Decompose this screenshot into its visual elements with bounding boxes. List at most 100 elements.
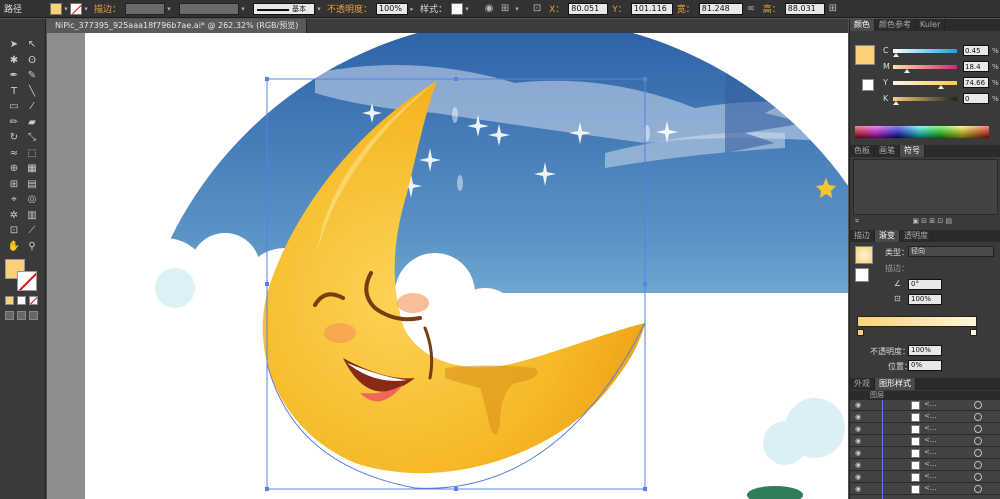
eye-icon[interactable]: ◉ <box>855 485 861 493</box>
target-icon[interactable] <box>974 449 982 457</box>
shape-builder-tool-icon[interactable]: ⊕ <box>5 161 23 177</box>
eye-icon[interactable]: ◉ <box>855 449 861 457</box>
height-label[interactable]: 高： <box>763 2 781 15</box>
y-input[interactable]: 101.116 <box>630 2 673 15</box>
slice-tool-icon[interactable]: ⟋ <box>23 223 41 239</box>
scale-tool-icon[interactable]: ⤡ <box>23 130 41 146</box>
gradient-slider[interactable] <box>857 316 977 327</box>
width-input[interactable]: 81.248 <box>698 2 743 15</box>
channel-m-row[interactable]: M 18.4 % <box>850 61 1000 73</box>
target-icon[interactable] <box>974 461 982 469</box>
slider-thumb-icon[interactable] <box>937 85 944 89</box>
gradient-preview[interactable] <box>855 246 873 264</box>
eye-icon[interactable]: ◉ <box>855 401 861 409</box>
opacity-label[interactable]: 不透明度： <box>327 2 372 15</box>
channel-k-slider[interactable] <box>893 97 957 105</box>
stroke-label[interactable]: 描边： <box>94 2 121 15</box>
y-label[interactable]: Y： <box>612 2 627 15</box>
tab-color-guide[interactable]: 颜色参考 <box>875 19 916 31</box>
layer-label[interactable]: <... <box>924 472 937 480</box>
screen-mode-icon[interactable] <box>29 311 38 320</box>
eye-icon[interactable]: ◉ <box>855 413 861 421</box>
x-input[interactable]: 80.051 <box>568 2 609 15</box>
layer-label[interactable]: <... <box>924 436 937 444</box>
chevron-right-icon[interactable]: ▸ <box>408 3 416 15</box>
tab-gradient[interactable]: 渐变 <box>875 230 900 242</box>
reference-point-icon[interactable]: ⊡ <box>531 3 543 15</box>
selection-tool-icon[interactable]: ➤ <box>5 37 23 53</box>
symbols-list[interactable] <box>853 159 998 215</box>
draw-behind-icon[interactable] <box>17 311 26 320</box>
tab-kuler[interactable]: Kuler <box>916 19 946 31</box>
channel-c-row[interactable]: C 0.45 % <box>850 45 1000 57</box>
draw-normal-icon[interactable] <box>5 311 14 320</box>
pencil-tool-icon[interactable]: ✏ <box>5 115 23 131</box>
channel-c-input[interactable]: 0.45 <box>963 45 989 56</box>
document-tab[interactable]: NiPic_377395_925aaa18f796b7ae.ai* @ 262.… <box>47 19 308 33</box>
link-icon[interactable]: ∞ <box>745 3 757 15</box>
variable-width-field[interactable] <box>179 2 240 15</box>
tab-stroke[interactable]: 描边 <box>850 230 875 242</box>
slider-thumb-icon[interactable] <box>893 53 900 57</box>
tab-color[interactable]: 颜色 <box>850 19 875 31</box>
target-icon[interactable] <box>974 413 982 421</box>
color-mode-button[interactable] <box>5 296 14 305</box>
chevron-down-icon[interactable]: ▾ <box>82 3 90 15</box>
stroke-color-box[interactable] <box>17 271 37 291</box>
channel-y-input[interactable]: 74.66 <box>963 77 989 88</box>
direct-selection-tool-icon[interactable]: ↖ <box>23 37 41 53</box>
width-label[interactable]: 宽： <box>677 2 695 15</box>
target-icon[interactable] <box>974 437 982 445</box>
perspective-grid-tool-icon[interactable]: ▦ <box>23 161 41 177</box>
channel-c-slider[interactable] <box>893 49 957 57</box>
free-transform-tool-icon[interactable]: ⬚ <box>23 146 41 162</box>
channel-m-input[interactable]: 18.4 <box>963 61 989 72</box>
align-icon[interactable]: ⊞ <box>499 3 511 15</box>
stroke-weight-field[interactable] <box>125 2 166 15</box>
curvature-tool-icon[interactable]: ✎ <box>23 68 41 84</box>
symbol-sprayer-tool-icon[interactable]: ✲ <box>5 208 23 224</box>
gradient-stroke-swatch[interactable] <box>855 268 869 282</box>
gradient-stop-start[interactable] <box>857 329 864 336</box>
channel-y-slider[interactable] <box>893 81 957 89</box>
pen-tool-icon[interactable]: ✒ <box>5 68 23 84</box>
chevron-down-icon[interactable]: ▾ <box>463 3 471 15</box>
angle-input[interactable]: 0° <box>908 279 942 290</box>
layer-label[interactable]: <... <box>924 484 937 492</box>
layers-subtab[interactable]: 图层 <box>850 391 1000 400</box>
layer-label[interactable]: <... <box>924 424 937 432</box>
eye-icon[interactable]: ◉ <box>855 473 861 481</box>
chevron-down-icon[interactable]: ▾ <box>165 3 173 15</box>
chevron-down-icon[interactable]: ▾ <box>315 3 323 15</box>
recolor-icon[interactable]: ◉ <box>483 3 495 15</box>
target-icon[interactable] <box>974 473 982 481</box>
eye-icon[interactable]: ◉ <box>855 437 861 445</box>
artboard[interactable] <box>85 33 848 499</box>
paintbrush-tool-icon[interactable]: ⁄ <box>23 99 41 115</box>
gradient-tool-icon[interactable]: ▤ <box>23 177 41 193</box>
none-mode-button[interactable] <box>29 296 38 305</box>
color-spectrum[interactable] <box>855 126 989 138</box>
slider-thumb-icon[interactable] <box>893 101 899 105</box>
eye-icon[interactable]: ◉ <box>855 461 861 469</box>
mesh-tool-icon[interactable]: ⊞ <box>5 177 23 193</box>
layer-label[interactable]: <... <box>924 400 937 408</box>
slider-thumb-icon[interactable] <box>904 69 911 73</box>
magic-wand-tool-icon[interactable]: ✱ <box>5 53 23 69</box>
tab-symbols[interactable]: 符号 <box>900 145 925 157</box>
eraser-tool-icon[interactable]: ▰ <box>23 115 41 131</box>
hand-tool-icon[interactable]: ✋ <box>5 239 23 255</box>
height-input[interactable]: 88.031 <box>784 2 825 15</box>
type-tool-icon[interactable]: T <box>5 84 23 100</box>
chevron-down-icon[interactable]: ▾ <box>62 3 70 15</box>
gradient-opacity-input[interactable]: 100% <box>908 345 942 356</box>
target-icon[interactable] <box>974 425 982 433</box>
eyedropper-tool-icon[interactable]: ⌖ <box>5 192 23 208</box>
layer-label[interactable]: <... <box>924 460 937 468</box>
canvas-area[interactable] <box>47 33 848 499</box>
zoom-tool-icon[interactable]: ⚲ <box>23 239 41 255</box>
transform-icon[interactable]: ⊞ <box>827 3 839 15</box>
lasso-tool-icon[interactable]: ʘ <box>23 53 41 69</box>
stroke-style-field[interactable]: 基本 <box>253 2 316 15</box>
rotate-tool-icon[interactable]: ↻ <box>5 130 23 146</box>
